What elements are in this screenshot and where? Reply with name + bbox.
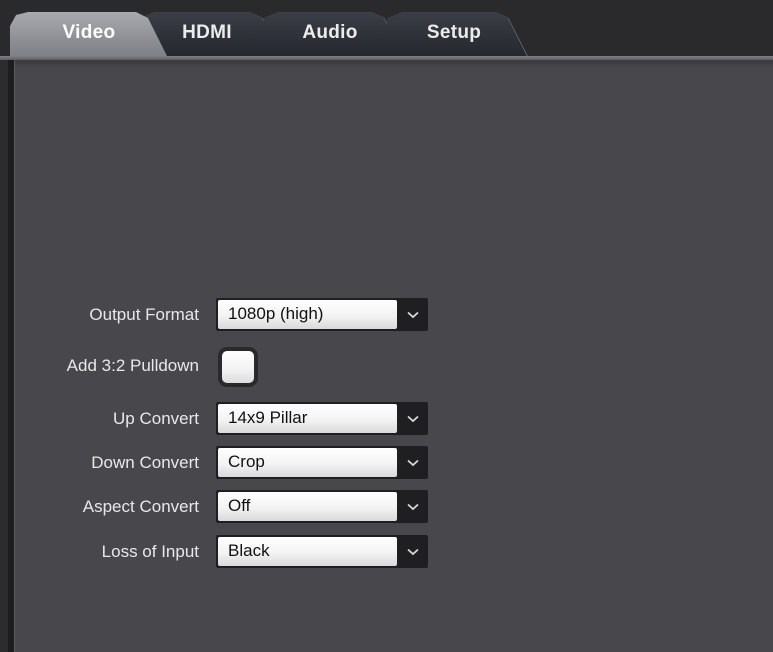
chevron-down-icon [398, 402, 428, 435]
up-convert-label: Up Convert [113, 409, 199, 428]
loss-of-input-value: Black [218, 537, 397, 566]
aspect-convert-row: Aspect Convert Off [14, 490, 773, 526]
tab-bar: Setup Audio HDMI Video [0, 0, 773, 60]
tab-bar-divider [0, 56, 773, 60]
pulldown-checkbox-face [222, 351, 254, 383]
loss-of-input-row: Loss of Input Black [14, 535, 773, 571]
output-format-row: Output Format 1080p (high) [14, 298, 773, 334]
pulldown-row: Add 3:2 Pulldown [14, 347, 773, 387]
tab-setup-label: Setup [426, 22, 482, 43]
chevron-down-icon [398, 490, 428, 523]
tab-video-label: Video [62, 22, 116, 43]
chevron-down-icon [398, 298, 428, 331]
loss-of-input-select[interactable]: Black [216, 535, 428, 568]
output-format-label: Output Format [89, 305, 199, 324]
down-convert-value: Crop [218, 448, 397, 477]
app-window: Setup Audio HDMI Video Output Format 108… [0, 0, 773, 652]
aspect-convert-label: Aspect Convert [82, 497, 199, 516]
panel-top-shadow [14, 60, 773, 68]
up-convert-select[interactable]: 14x9 Pillar [216, 402, 428, 435]
up-convert-row: Up Convert 14x9 Pillar [14, 402, 773, 438]
aspect-convert-value: Off [218, 492, 397, 521]
tab-video[interactable]: Video [10, 12, 168, 58]
tab-hdmi-label: HDMI [182, 22, 232, 43]
up-convert-value: 14x9 Pillar [218, 404, 397, 433]
down-convert-select[interactable]: Crop [216, 446, 428, 479]
pulldown-checkbox[interactable] [218, 347, 258, 387]
tab-setup[interactable]: Setup [380, 12, 528, 58]
aspect-convert-select[interactable]: Off [216, 490, 428, 523]
down-convert-label: Down Convert [91, 453, 199, 472]
down-convert-row: Down Convert Crop [14, 446, 773, 482]
chevron-down-icon [398, 446, 428, 479]
chevron-down-icon [398, 535, 428, 568]
tab-audio-label: Audio [302, 22, 358, 43]
loss-of-input-label: Loss of Input [101, 542, 199, 561]
output-format-value: 1080p (high) [218, 300, 397, 329]
pulldown-label: Add 3:2 Pulldown [66, 356, 199, 375]
output-format-select[interactable]: 1080p (high) [216, 298, 428, 331]
